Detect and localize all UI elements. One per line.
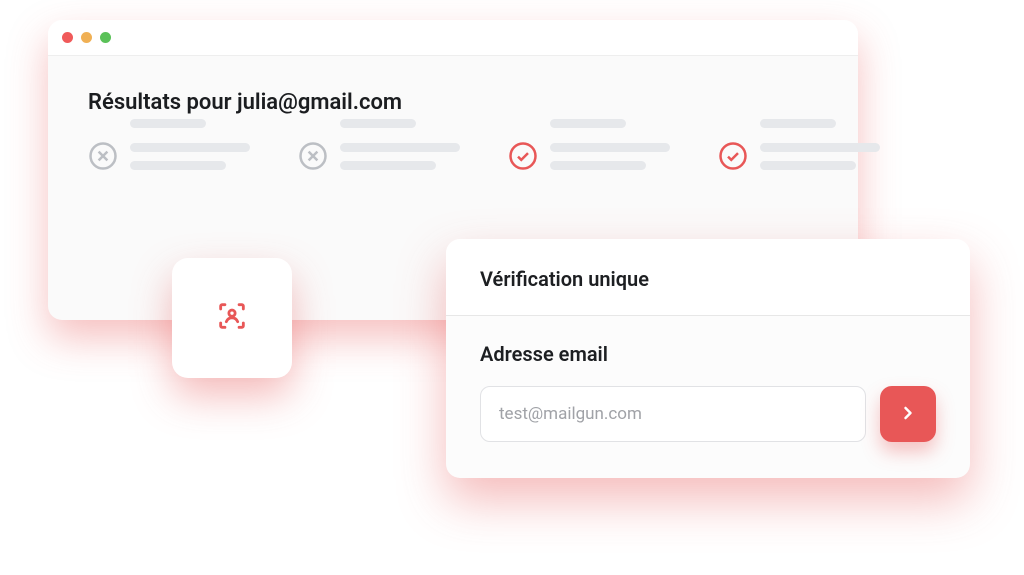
verify-title: Vérification unique [446, 239, 970, 316]
window-titlebar [48, 20, 858, 56]
verify-body: Adresse email test@mailgun.com [446, 316, 970, 478]
verify-card: Vérification unique Adresse email test@m… [446, 239, 970, 478]
placeholder-bar [130, 143, 250, 152]
chevron-right-icon [898, 403, 918, 426]
placeholder-bar [130, 161, 226, 170]
email-placeholder-text: test@mailgun.com [499, 404, 642, 424]
scan-badge [172, 258, 292, 378]
submit-button[interactable] [880, 386, 936, 442]
placeholder-bar [550, 161, 646, 170]
results-heading: Résultats pour julia@gmail.com [48, 56, 858, 141]
placeholder-bar [760, 119, 836, 128]
result-item [508, 141, 670, 171]
result-item [718, 141, 880, 171]
check-circle-icon [508, 141, 538, 171]
placeholder-bar [340, 143, 460, 152]
x-circle-icon [298, 141, 328, 171]
minimize-dot-icon[interactable] [81, 32, 92, 43]
placeholder-bar [760, 143, 880, 152]
placeholder-bar [550, 143, 670, 152]
result-item [298, 141, 460, 171]
results-row [48, 141, 858, 171]
check-circle-icon [718, 141, 748, 171]
placeholder-bar [340, 119, 416, 128]
email-label: Adresse email [480, 342, 936, 366]
maximize-dot-icon[interactable] [100, 32, 111, 43]
placeholder-bar [340, 161, 436, 170]
placeholder-bar [550, 119, 626, 128]
x-circle-icon [88, 141, 118, 171]
placeholder-bar [130, 119, 206, 128]
placeholder-bar [760, 161, 856, 170]
result-item [88, 141, 250, 171]
scan-user-icon [215, 299, 249, 337]
close-dot-icon[interactable] [62, 32, 73, 43]
email-field[interactable]: test@mailgun.com [480, 386, 866, 442]
